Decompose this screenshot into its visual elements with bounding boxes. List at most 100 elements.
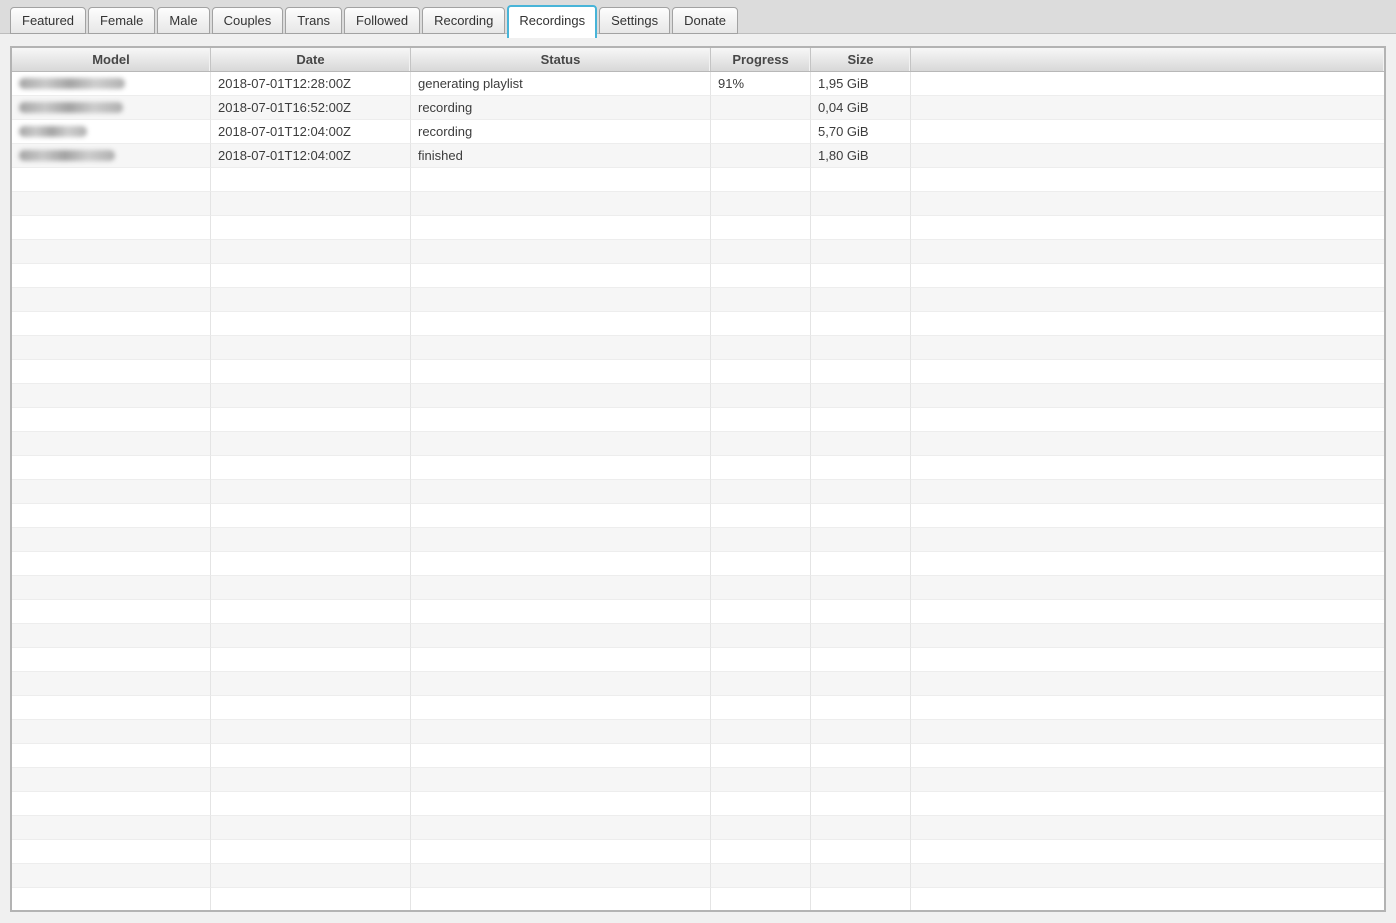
app-window: Featured Female Male Couples Trans Follo… — [0, 0, 1396, 912]
table-row[interactable] — [12, 456, 1384, 480]
cell-filler — [911, 216, 1384, 240]
column-header-date[interactable]: Date — [211, 48, 411, 71]
table-row[interactable] — [12, 240, 1384, 264]
table-row[interactable] — [12, 624, 1384, 648]
cell-filler — [911, 192, 1384, 216]
cell-progress — [711, 408, 811, 432]
cell-filler — [911, 816, 1384, 840]
cell-size — [811, 576, 911, 600]
tab-male[interactable]: Male — [157, 7, 210, 34]
column-header-progress[interactable]: Progress — [711, 48, 811, 71]
table-row[interactable] — [12, 792, 1384, 816]
table-row[interactable] — [12, 336, 1384, 360]
tab-trans[interactable]: Trans — [285, 7, 343, 34]
table-row[interactable] — [12, 672, 1384, 696]
cell-date — [211, 336, 411, 360]
cell-progress — [711, 792, 811, 816]
table-row[interactable] — [12, 744, 1384, 768]
table-body: 2018-07-01T12:28:00Z generating playlist 9… — [12, 72, 1384, 910]
cell-status — [411, 720, 711, 744]
tab-featured[interactable]: Featured — [10, 7, 87, 34]
cell-filler — [911, 576, 1384, 600]
table-row[interactable] — [12, 264, 1384, 288]
cell-progress — [711, 384, 811, 408]
table-row[interactable] — [12, 528, 1384, 552]
table-row[interactable]: 2018-07-01T12:28:00Z generating playlist 9… — [12, 72, 1384, 96]
table-row[interactable] — [12, 552, 1384, 576]
table-row[interactable] — [12, 216, 1384, 240]
table-row[interactable] — [12, 480, 1384, 504]
cell-progress — [711, 888, 811, 910]
cell-date — [211, 168, 411, 192]
cell-model — [12, 408, 211, 432]
cell-status — [411, 792, 711, 816]
table-row[interactable] — [12, 768, 1384, 792]
table-row[interactable]: 2018-07-01T12:04:00Z recording 5,70 GiB — [12, 120, 1384, 144]
table-row[interactable] — [12, 360, 1384, 384]
column-header-status[interactable]: Status — [411, 48, 711, 71]
cell-status: recording — [411, 120, 711, 144]
tab-settings[interactable]: Settings — [599, 7, 671, 34]
table-row[interactable] — [12, 168, 1384, 192]
column-header-size[interactable]: Size — [811, 48, 911, 71]
table-row[interactable] — [12, 384, 1384, 408]
table-row[interactable] — [12, 192, 1384, 216]
cell-status: generating playlist — [411, 72, 711, 96]
cell-progress — [711, 480, 811, 504]
table-row[interactable] — [12, 576, 1384, 600]
cell-date: 2018-07-01T12:04:00Z — [211, 120, 411, 144]
cell-filler — [911, 552, 1384, 576]
cell-model — [12, 312, 211, 336]
cell-filler — [911, 360, 1384, 384]
tab-recordings[interactable]: Recordings — [507, 5, 598, 38]
cell-status — [411, 576, 711, 600]
table-row[interactable] — [12, 408, 1384, 432]
cell-progress — [711, 672, 811, 696]
cell-progress — [711, 264, 811, 288]
cell-date — [211, 408, 411, 432]
cell-size — [811, 216, 911, 240]
cell-model — [12, 336, 211, 360]
tab-female[interactable]: Female — [88, 7, 156, 34]
cell-date — [211, 528, 411, 552]
table-row[interactable] — [12, 720, 1384, 744]
cell-size — [811, 384, 911, 408]
table-row[interactable] — [12, 432, 1384, 456]
cell-model — [12, 696, 211, 720]
cell-size — [811, 432, 911, 456]
cell-model — [12, 720, 211, 744]
table-row[interactable] — [12, 600, 1384, 624]
cell-filler — [911, 384, 1384, 408]
cell-date — [211, 312, 411, 336]
table-row[interactable] — [12, 504, 1384, 528]
cell-size — [811, 840, 911, 864]
tab-donate[interactable]: Donate — [672, 7, 739, 34]
table-row[interactable] — [12, 648, 1384, 672]
column-header-model[interactable]: Model — [12, 48, 211, 71]
column-header-filler[interactable] — [911, 48, 1384, 71]
tab-recording[interactable]: Recording — [422, 7, 506, 34]
cell-model — [12, 840, 211, 864]
table-row[interactable] — [12, 840, 1384, 864]
cell-date — [211, 672, 411, 696]
cell-status — [411, 336, 711, 360]
table-row[interactable] — [12, 288, 1384, 312]
table-row[interactable] — [12, 696, 1384, 720]
cell-date — [211, 696, 411, 720]
cell-model — [12, 360, 211, 384]
cell-progress — [711, 576, 811, 600]
cell-model — [12, 576, 211, 600]
tab-followed[interactable]: Followed — [344, 7, 421, 34]
cell-filler — [911, 792, 1384, 816]
table-row[interactable]: 2018-07-01T12:04:00Z finished 1,80 GiB — [12, 144, 1384, 168]
cell-size — [811, 768, 911, 792]
table-row[interactable] — [12, 312, 1384, 336]
cell-progress — [711, 528, 811, 552]
table-row[interactable]: 2018-07-01T16:52:00Z recording 0,04 GiB — [12, 96, 1384, 120]
cell-status — [411, 432, 711, 456]
tab-couples[interactable]: Couples — [211, 7, 284, 34]
table-row[interactable] — [12, 864, 1384, 888]
cell-status — [411, 768, 711, 792]
table-row[interactable] — [12, 816, 1384, 840]
table-row[interactable] — [12, 888, 1384, 910]
